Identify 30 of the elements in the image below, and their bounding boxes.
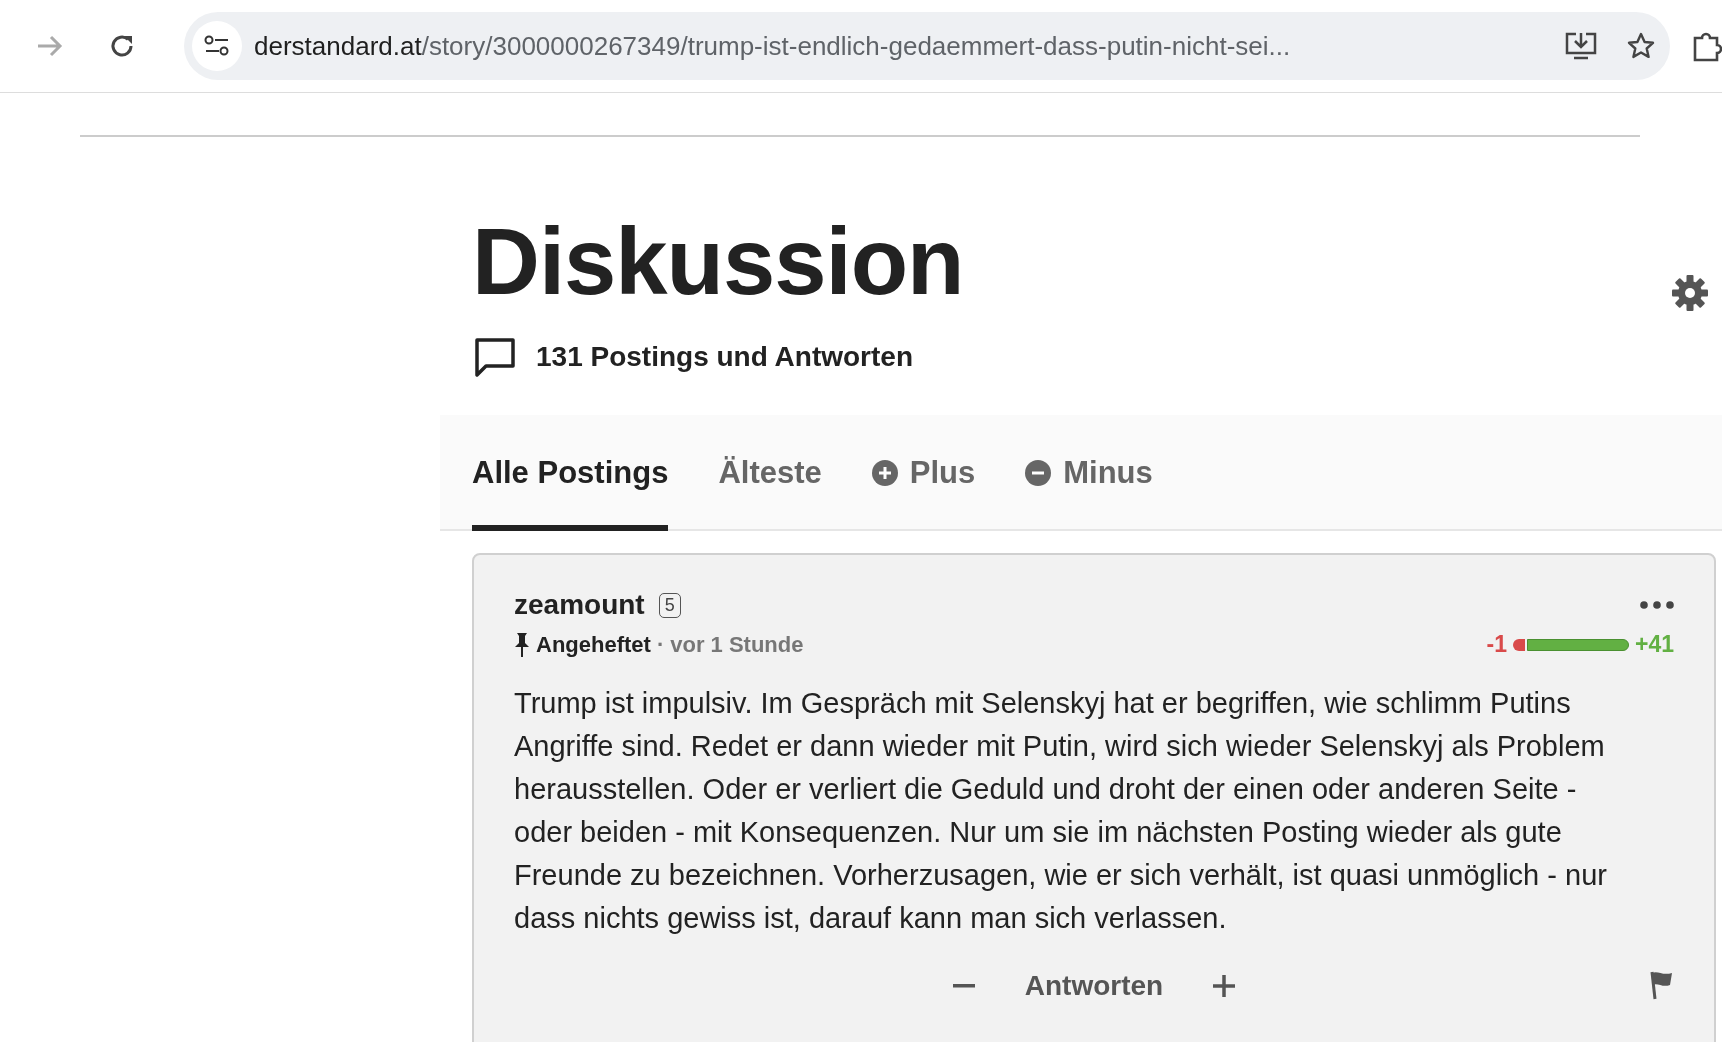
postings-count: 131 Postings und Antworten	[536, 341, 913, 373]
flag-icon[interactable]	[1648, 970, 1674, 1000]
tab[interactable]: Plus	[871, 415, 976, 531]
comment-icon	[474, 337, 516, 377]
install-app-icon[interactable]	[1564, 31, 1598, 61]
posting-text: Trump ist impulsiv. Im Gespräch mit Selenskyj hat er begriffen, wie schlimm Putins Angriffe sind. Redet er dann wieder mit Putin, wird sich wieder Selenskyj als Problem herausstellen. Oder er verliert die Geduld und droht der einen oder anderen Seite - oder beiden - mit Konsequenzen. Nur um sie im nächsten Posting wieder als gute Freunde zu bezeichnen. Vorherzusagen, wie er sich verhält, ist quasi unmöglich - nur dass nichts gewiss ist, darauf kann man sich verlassen.	[514, 686, 1608, 936]
plus-vote-icon[interactable]	[1213, 975, 1236, 997]
tab[interactable]: Alle Postings	[472, 415, 669, 531]
extensions-icon[interactable]	[1692, 30, 1722, 62]
tab[interactable]: Minus	[1025, 415, 1153, 531]
reply-button[interactable]: Antworten	[1024, 970, 1164, 1002]
user-badge: 5	[658, 592, 681, 618]
bookmark-star-icon[interactable]	[1626, 31, 1656, 61]
username[interactable]: zeamount	[514, 589, 645, 621]
separator-dot: ·	[656, 631, 665, 658]
url-text: derstandard.at/story/3000000267349/trump-ist-endlich-gedaemmert-dass-putin-nicht-sei...	[254, 30, 1292, 62]
minus-vote-icon[interactable]	[952, 984, 975, 988]
post-time: vor 1 Stunde	[670, 631, 804, 658]
minus-circle-icon	[1025, 460, 1052, 486]
negative-votes: -1	[1486, 631, 1507, 658]
settings-icon[interactable]	[1672, 275, 1708, 311]
positive-votes: +41	[1635, 631, 1674, 658]
more-options-icon[interactable]	[1640, 601, 1674, 609]
site-settings-icon[interactable]	[192, 21, 242, 71]
pinned-label: Angeheftet	[536, 631, 651, 658]
negative-bar	[1513, 638, 1525, 651]
discussion-title: Diskussion	[472, 215, 964, 309]
plus-circle-icon	[871, 460, 898, 486]
address-bar[interactable]: derstandard.at/story/3000000267349/trump-ist-endlich-gedaemmert-dass-putin-nicht-sei...	[184, 12, 1670, 80]
tab[interactable]: Älteste	[718, 415, 822, 531]
